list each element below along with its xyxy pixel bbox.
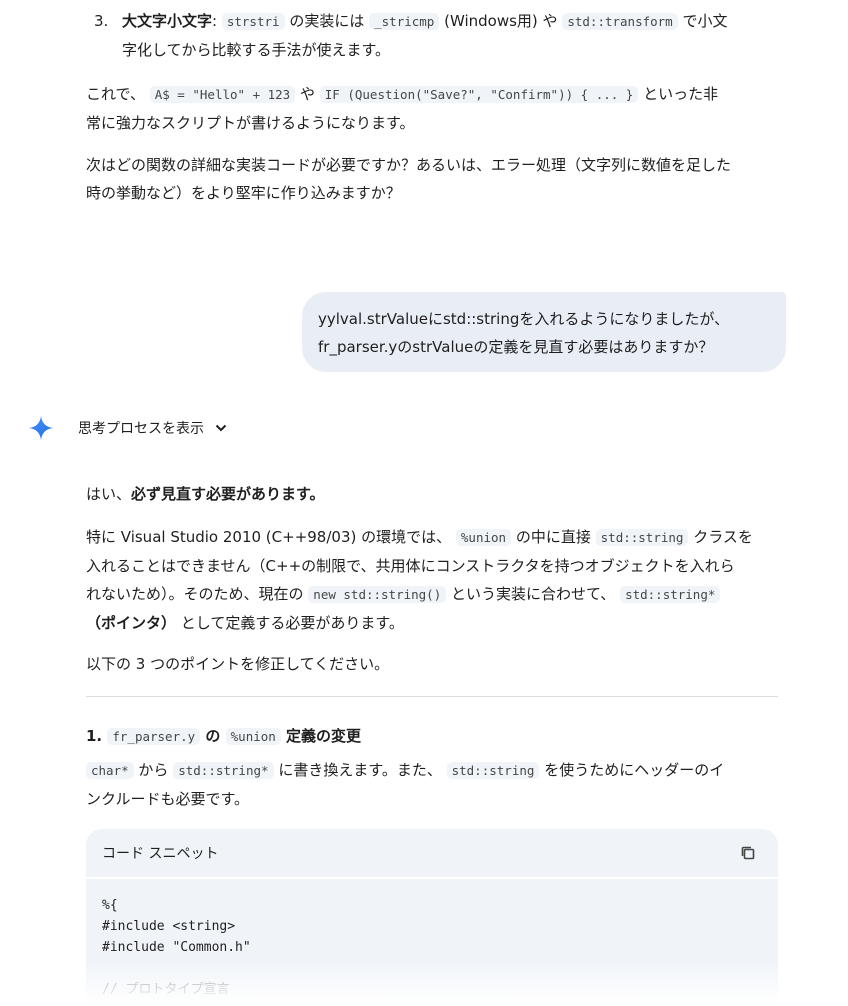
answer-paragraph: 以下の 3 つのポイントを修正してください。 [86,655,390,673]
text: 特に Visual Studio 2010 (C++98/03) の環境では、 [86,528,452,546]
text: から [138,761,169,779]
bold-text: 必ず見直す必要があります。 [131,485,325,503]
text: の [205,727,221,745]
text: に書き換えます。また、 [278,761,442,779]
user-message-line: fr_parser.yのstrValueの定義を見直す必要はありますか？ [318,338,714,356]
paragraph-next: 次はどの関数の詳細な実装コードが必要ですか？あるいは、エラー処理（文字列に数値を… [86,151,778,207]
inline-code: std::transform [562,13,678,30]
gemini-spark-icon [29,416,53,440]
text: を使うためにヘッダーのイ [544,761,725,779]
text: 次はどの関数の詳細な実装コードが必要ですか？あるいは、エラー処理（文字列に数値を… [86,156,732,174]
colon: : [212,12,218,30]
text: という実装に合わせて、 [451,585,616,603]
text: クラスを [693,528,753,546]
inline-code: std::string* [173,762,274,779]
list-term: 大文字小文字 [122,12,213,30]
inline-code: char* [86,762,134,779]
text: として定義する必要があります。 [180,614,404,632]
inline-code: std::string [446,762,540,779]
list-number: 3. [94,12,109,30]
text: の中に直接 [515,528,591,546]
text: これで、 [86,85,145,103]
user-message-bubble: yylval.strValueにstd::stringを入れるようになりましたが… [302,292,786,372]
code-line: ​ [102,958,762,979]
text: 常に強力なスクリプトが書けるようになります。 [86,114,415,132]
copy-icon [741,846,755,860]
inline-code: new std::string() [308,586,447,603]
code-snippet-body: %{ #include <string> #include "Common.h"… [86,879,778,1006]
inline-code: IF (Question("Save?", "Confirm")) { ... … [319,86,639,103]
text: (Windows用) や [444,12,558,30]
bold-text: （ポインタ） [86,614,177,632]
section-heading: 1. fr_parser.y の %union 定義の変更 [86,722,778,751]
text: 入れることはできません（C++の制限で、共用体にコンストラクタを持つオブジェクト… [86,557,735,575]
inline-code: std::string* [620,586,721,603]
inline-code: %union [455,529,512,546]
code-snippet-title: コード スニペット [102,846,219,862]
inline-code: fr_parser.y [107,728,201,745]
answer-paragraph: char* から std::string* に書き換えます。また、 std::s… [86,756,778,813]
text: 時の挙動など）をより堅牢に作り込みますか？ [86,184,401,202]
code-line: #include "Common.h" [102,940,251,955]
answer-paragraph: 特に Visual Studio 2010 (C++98/03) の環境では、 … [86,523,778,637]
text: れないため）。そのため、現在の [86,585,304,603]
text: はい、 [86,485,132,503]
code-comment-line: // プロトタイプ宣言 [102,982,230,997]
inline-code: _stricmp [369,13,440,30]
user-message-line: yylval.strValueにstd::stringを入れるようになりましたが… [318,310,730,328]
thinking-label[interactable]: 思考プロセスを表示 [78,418,204,438]
inline-code: %union [225,728,281,745]
divider [86,696,778,697]
copy-code-button[interactable] [734,839,762,867]
text: 定義の変更 [286,727,362,745]
code-line: %{ [102,898,118,913]
text: や [299,85,315,103]
text: で小文 [682,12,728,30]
chevron-down-icon[interactable] [214,421,228,435]
thinking-toggle[interactable]: 思考プロセスを表示 [28,414,228,442]
inline-code: A$ = "Hello" + 123 [149,86,296,103]
inline-code: strstri [221,13,285,30]
text: ンクルードも必要です。 [86,790,250,808]
answer-intro: はい、必ず見直す必要があります。 [86,480,778,508]
text: 字化してから比較する手法が使えます。 [122,41,391,59]
text: といった非 [643,85,719,103]
code-snippet-header: コード スニペット [86,829,778,877]
heading-number: 1. [86,727,103,745]
code-line: #include <string> [102,919,236,934]
paragraph-script: これで、 A$ = "Hello" + 123 や IF (Question("… [86,80,778,137]
inline-code: std::string [595,529,689,546]
text: の実装には [289,12,365,30]
